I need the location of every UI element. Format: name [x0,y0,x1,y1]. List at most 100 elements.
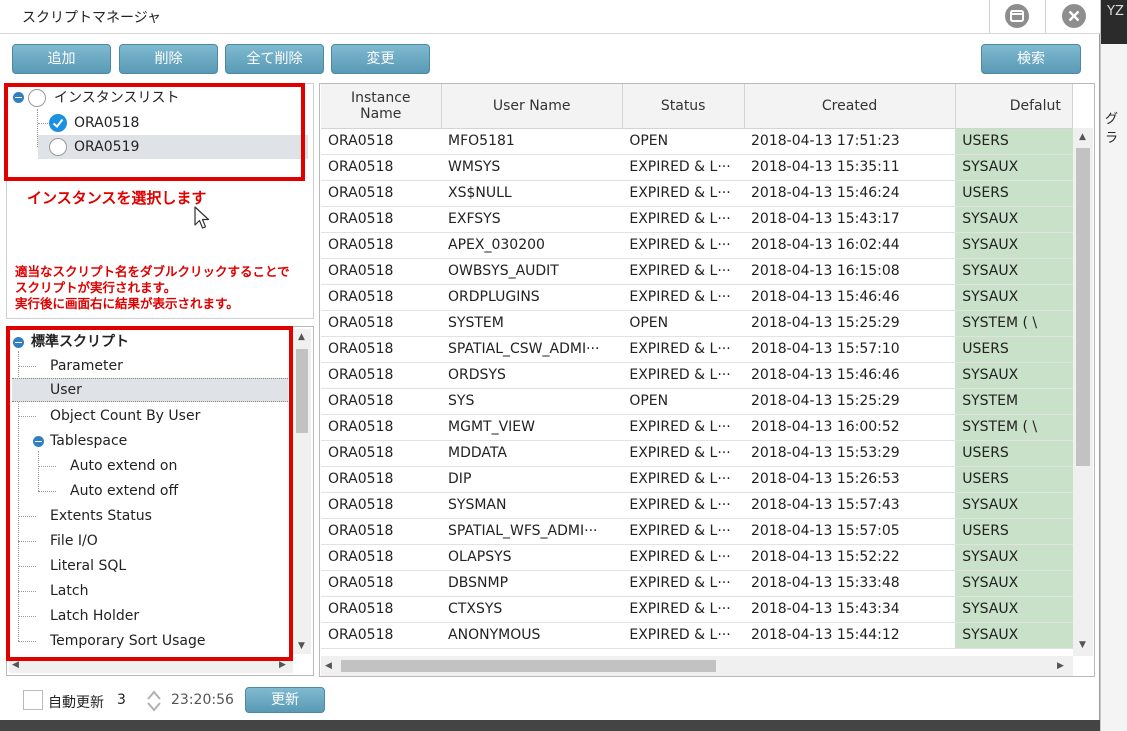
script-tree-vscrollbar[interactable]: ▲ ▼ [293,329,311,654]
annotation-double-click: 適当なスクリプト名をダブルクリックすることで スクリプトが実行されます。 実行後… [15,264,290,312]
scroll-left-icon[interactable]: ◀ [325,661,332,671]
table-row[interactable]: ORA0518 ORDPLUGINS EXPIRED & L··· 2018-04-1… [321,284,1073,311]
scroll-down-icon[interactable]: ▼ [298,641,305,651]
table-row[interactable]: ORA0518 WMSYS EXPIRED & L··· 2018-04-13 15:… [321,154,1073,181]
table-row[interactable]: ORA0518 MDDATA EXPIRED & L··· 2018-04-13 15… [321,440,1073,467]
table-cell: EXPIRED & L··· [622,466,745,493]
table-cell: 2018-04-13 16:15:08 [744,258,956,285]
column-header-user-name[interactable]: User Name [441,84,623,129]
grid-header-row: Instance Name User Name Status Created D… [321,84,1073,129]
table-cell: EXFSYS [441,206,623,233]
background-text-mid: グラ [1105,112,1119,146]
table-cell: SPATIAL_CSW_ADMI··· [441,336,623,363]
table-cell: SYS [441,388,623,415]
scrollbar-thumb[interactable] [341,660,716,672]
table-cell: ORA0518 [321,440,442,467]
table-row[interactable]: ORA0518 MFO5181 OPEN 2018-04-13 17:51:23 USE… [321,128,1073,155]
table-cell: ORA0518 [321,544,442,571]
table-cell: ORA0518 [321,388,442,415]
grid-hscrollbar[interactable]: ◀ ▶ [321,656,1073,676]
table-cell: ORA0518 [321,128,442,155]
background-window: YZ グラ [1100,0,1127,731]
delete-button[interactable]: 削除 [119,44,218,74]
table-cell: 2018-04-13 15:57:43 [744,492,956,519]
table-row[interactable]: ORA0518 ANONYMOUS EXPIRED & L··· 2018-04-13… [321,622,1073,649]
table-cell: MGMT_VIEW [441,414,623,441]
table-cell: EXPIRED & L··· [622,258,745,285]
table-row[interactable]: ORA0518 SYS OPEN 2018-04-13 15:25:29 SYSTEM [321,388,1073,415]
table-row[interactable]: ORA0518 DBSNMP EXPIRED & L··· 2018-04-13 15… [321,570,1073,597]
scroll-right-icon[interactable]: ▶ [1057,661,1064,671]
table-row[interactable]: ORA0518 XS$NULL EXPIRED & L··· 2018-04-13 1… [321,180,1073,207]
add-button[interactable]: 追加 [12,44,111,74]
table-row[interactable]: ORA0518 APEX_030200 EXPIRED & L··· 2018-04-… [321,232,1073,259]
table-row[interactable]: ORA0518 SPATIAL_CSW_ADMI··· EXPIRED & L···… [321,336,1073,363]
column-header-created[interactable]: Created [744,84,956,129]
scroll-right-icon[interactable]: ▶ [279,660,286,670]
background-text-top: YZ [1107,4,1124,19]
table-row[interactable]: ORA0518 SYSTEM OPEN 2018-04-13 15:25:29 SYST… [321,310,1073,337]
table-cell: APEX_030200 [441,232,623,259]
table-cell: 2018-04-13 15:53:29 [744,440,956,467]
table-cell: EXPIRED & L··· [622,596,745,623]
spinner-arrows-icon[interactable] [146,689,162,713]
auto-refresh-interval[interactable]: 3 [117,692,126,708]
table-cell: EXPIRED & L··· [622,570,745,597]
table-row[interactable]: ORA0518 ORDSYS EXPIRED & L··· 2018-04-13 15… [321,362,1073,389]
column-header-status[interactable]: Status [622,84,745,129]
close-icon[interactable] [1062,4,1086,28]
table-cell: SYSAUX [955,544,1073,571]
auto-refresh-checkbox[interactable] [23,690,43,710]
scroll-down-icon[interactable]: ▼ [1079,640,1086,650]
table-row[interactable]: ORA0518 EXFSYS EXPIRED & L··· 2018-04-13 15… [321,206,1073,233]
grid-body: ORA0518 MFO5181 OPEN 2018-04-13 17:51:23 USE… [321,128,1073,649]
table-cell: SYSAUX [955,284,1073,311]
table-cell: WMSYS [441,154,623,181]
table-cell: USERS [955,466,1073,493]
scrollbar-thumb[interactable] [296,349,308,433]
mouse-pointer-icon [194,206,210,229]
refresh-button[interactable]: 更新 [245,687,325,713]
table-cell: SYSAUX [955,258,1073,285]
restore-window-icon[interactable] [1005,4,1029,28]
table-cell: SYSTEM ( \ [955,414,1073,441]
column-header-instance-name[interactable]: Instance Name [321,84,442,129]
table-cell: ANONYMOUS [441,622,623,649]
search-button[interactable]: 検索 [981,44,1081,74]
table-cell: 2018-04-13 17:51:23 [744,128,956,155]
table-cell: SYSAUX [955,232,1073,259]
grid-vscrollbar[interactable]: ▲ ▼ [1073,128,1093,656]
table-cell: EXPIRED & L··· [622,440,745,467]
background-window-bottom-edge [0,720,1100,731]
table-row[interactable]: ORA0518 DIP EXPIRED & L··· 2018-04-13 15:26… [321,466,1073,493]
scrollbar-thumb[interactable] [1076,148,1090,466]
column-header-default[interactable]: Defalut [955,84,1073,129]
table-cell: ORA0518 [321,310,442,337]
change-button[interactable]: 変更 [331,44,430,74]
table-cell: SYSMAN [441,492,623,519]
scroll-left-icon[interactable]: ◀ [12,660,19,670]
table-cell: ORA0518 [321,284,442,311]
table-row[interactable]: ORA0518 OWBSYS_AUDIT EXPIRED & L··· 2018-04… [321,258,1073,285]
table-cell: SYSAUX [955,492,1073,519]
scroll-up-icon[interactable]: ▲ [1079,132,1086,142]
table-cell: ORA0518 [321,180,442,207]
table-row[interactable]: ORA0518 MGMT_VIEW EXPIRED & L··· 2018-04-13… [321,414,1073,441]
scroll-up-icon[interactable]: ▲ [298,332,305,342]
table-row[interactable]: ORA0518 OLAPSYS EXPIRED & L··· 2018-04-13 1… [321,544,1073,571]
table-row[interactable]: ORA0518 SYSMAN EXPIRED & L··· 2018-04-13 15… [321,492,1073,519]
highlight-script-box [6,326,293,661]
script-manager-window: スクリプトマネージャ 追加 削除 全て削除 変更 検索 インスタンスリスト OR… [0,0,1100,720]
table-cell: SYSTEM ( \ [955,310,1073,337]
table-row[interactable]: ORA0518 CTXSYS EXPIRED & L··· 2018-04-13 15… [321,596,1073,623]
delete-all-button[interactable]: 全て削除 [225,44,324,74]
table-cell: OPEN [622,388,745,415]
auto-refresh-label: 自動更新 [48,695,104,711]
table-cell: 2018-04-13 15:46:24 [744,180,956,207]
table-cell: SYSTEM [441,310,623,337]
table-cell: 2018-04-13 15:43:34 [744,596,956,623]
table-row[interactable]: ORA0518 SPATIAL_WFS_ADMI··· EXPIRED & L···… [321,518,1073,545]
table-cell: SYSAUX [955,570,1073,597]
table-cell: EXPIRED & L··· [622,362,745,389]
table-cell: EXPIRED & L··· [622,622,745,649]
